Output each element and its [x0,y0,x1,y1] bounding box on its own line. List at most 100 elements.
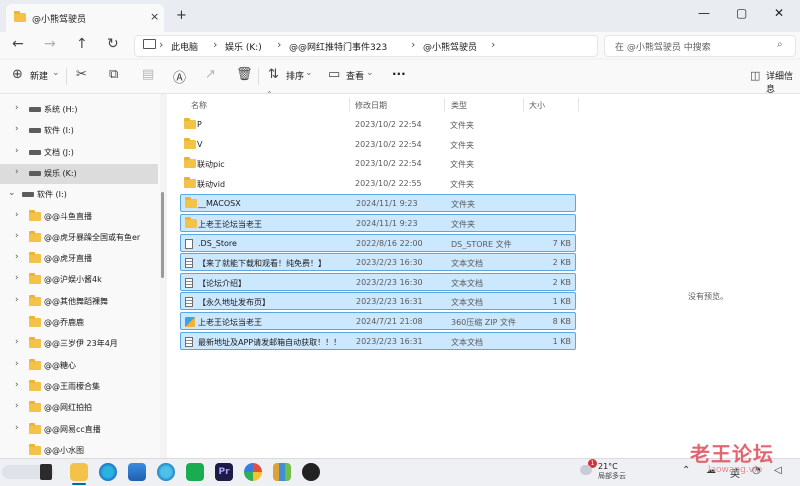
file-row[interactable]: 联动pic 2023/10/2 22:54 文件夹 [180,155,576,173]
sidebar-item-label: 娱乐 (K:) [44,168,77,178]
file-row[interactable]: 最新地址及APP请发邮箱自动获取！！！ 2023/2/23 16:31 文本文档 1 … [180,331,576,350]
column-header-size[interactable]: 大小 [529,100,545,111]
chevron-right-icon[interactable]: › [15,103,19,113]
sort-button[interactable]: 排序 [286,69,304,82]
back-button[interactable]: ← [12,36,24,52]
file-row[interactable]: 【论坛介绍】 2023/2/23 16:30 文本文档 2 KB [180,272,576,291]
file-name: 最新地址及APP请发邮箱自动获取！！！ [198,337,342,347]
chevron-right-icon[interactable]: › [15,295,19,305]
column-divider[interactable] [444,98,445,112]
copy-icon[interactable]: ⧉ [109,67,118,82]
close-window-button[interactable]: ✕ [774,6,784,20]
chevron-right-icon[interactable]: › [15,210,19,220]
file-row[interactable]: V 2023/10/2 22:54 文件夹 [180,136,576,154]
tab-current-folder[interactable]: @小熊驾驶员 × [6,4,164,32]
tab-close-icon[interactable]: × [150,10,159,23]
chevron-right-icon: › [277,38,282,51]
address-bar[interactable]: › 此电脑 › 娱乐 (K:) › @@网红推特门事件323 › @小熊驾驶员 … [134,35,598,57]
chevron-right-icon[interactable]: › [15,423,19,433]
column-header-type[interactable]: 类型 [451,100,467,111]
file-row[interactable]: __MACOSX 2024/11/1 9:23 文件夹 [180,194,576,213]
sidebar-item[interactable]: › @@虎牙暴躁全国或有鱼er [0,228,158,248]
edge-icon[interactable] [99,463,117,481]
sidebar-item[interactable]: › @@网红拍拍 [0,398,158,418]
archive-icon[interactable] [273,463,291,481]
sidebar-item[interactable]: › 文档 (J:) [0,143,158,163]
breadcrumb-parent-folder[interactable]: @@网红推特门事件323 [289,40,387,53]
file-row[interactable]: P 2023/10/2 22:54 文件夹 [180,116,576,134]
weather-widget[interactable]: 21°C 局部多云 [598,462,626,481]
premiere-icon[interactable]: Pr [215,463,233,481]
folder-icon [29,252,41,264]
sidebar-item[interactable]: › @@网易cc直播 [0,420,158,440]
minimize-button[interactable]: — [698,6,710,20]
details-button[interactable]: 详细信息 [766,69,800,95]
ie-icon[interactable] [157,463,175,481]
chevron-down-icon[interactable]: ⌄ [8,188,16,198]
column-divider[interactable] [578,98,579,112]
sidebar-item-label: @@糖心 [44,360,76,370]
chevron-right-icon[interactable]: › [15,337,19,347]
rename-icon[interactable]: Ⓐ [173,67,186,86]
chevron-right-icon[interactable]: › [15,359,19,369]
search-box[interactable]: 在 @小熊驾驶员 中搜索 ⌕ [604,35,796,57]
file-row[interactable]: 上老王论坛当老王 2024/7/21 21:08 360压缩 ZIP 文件 8 KB [180,312,576,330]
store-icon[interactable] [128,463,146,481]
file-date: 2023/2/23 16:30 [356,258,423,268]
chevron-right-icon[interactable]: › [15,273,19,283]
chevron-right-icon[interactable]: › [15,146,19,156]
task-view-icon[interactable] [40,464,52,480]
chevron-right-icon[interactable]: › [15,252,19,262]
new-tab-button[interactable]: + [176,8,187,23]
new-icon: ⊕ [12,67,23,82]
file-type: 文件夹 [450,140,474,150]
new-button[interactable]: 新建 [30,69,48,82]
chevron-right-icon[interactable]: › [15,124,19,134]
volume-icon[interactable]: ◁ [774,465,782,476]
sidebar-item[interactable]: › @@糖心 [0,356,158,376]
sidebar-item[interactable]: @@乔鹿鹿 [0,313,158,333]
sidebar-item[interactable]: › 娱乐 (K:) [0,163,158,184]
up-button[interactable]: ↑ [76,36,88,52]
breadcrumb-this-pc[interactable]: 此电脑 [171,40,198,53]
file-name: 【论坛介绍】 [198,278,246,288]
file-row[interactable]: .DS_Store 2022/8/16 22:00 DS_STORE 文件 7 KB [180,233,576,252]
view-button[interactable]: 查看 [346,69,364,82]
sidebar-item[interactable]: › @@斗鱼直播 [0,207,158,227]
sidebar-item[interactable]: › @@王雨檬合集 [0,377,158,397]
browser-icon[interactable] [244,463,262,481]
paste-icon[interactable]: ▤ [142,67,154,82]
nav-scrollbar[interactable] [161,192,164,278]
sidebar-item[interactable]: › 系统 (H:) [0,100,158,120]
sidebar-item[interactable]: ⌄ 软件 (I:) [0,185,158,205]
forward-button[interactable]: → [44,36,56,52]
share-icon[interactable]: ↗ [205,67,216,82]
file-row[interactable]: 【来了就能下载和观看！纯免费！】 2023/2/23 16:30 文本文档 2 KB [180,253,576,272]
column-header-name[interactable]: 名称 [191,100,207,111]
chevron-right-icon[interactable]: › [15,167,19,177]
sidebar-item[interactable]: › @@虎牙直播 [0,249,158,269]
qq-icon[interactable] [302,463,320,481]
breadcrumb-drive-k[interactable]: 娱乐 (K:) [225,40,262,53]
column-divider[interactable] [523,98,524,112]
delete-icon[interactable]: 🗑 [236,67,253,82]
file-explorer-icon[interactable] [70,463,88,481]
sidebar-item[interactable]: › 软件 (I:) [0,121,158,141]
breadcrumb-current-folder[interactable]: @小熊驾驶员 [423,40,477,53]
sidebar-item[interactable]: › @@三岁伊 23年4月 [0,334,158,354]
column-header-date[interactable]: 修改日期 [355,100,387,111]
file-row[interactable]: 联动vid 2023/10/2 22:55 文件夹 [180,175,576,193]
column-divider[interactable] [349,98,350,112]
refresh-button[interactable]: ↻ [107,36,119,52]
maximize-button[interactable]: ▢ [736,6,747,20]
more-options-button[interactable]: ··· [392,67,406,81]
chevron-right-icon[interactable]: › [15,401,19,411]
chevron-right-icon[interactable]: › [15,380,19,390]
wechat-icon[interactable] [186,463,204,481]
file-row[interactable]: 上老王论坛当老王 2024/11/1 9:23 文件夹 [180,214,576,232]
sidebar-item[interactable]: › @@沪娱小酱4k [0,270,158,290]
sidebar-item[interactable]: › @@其他舞蹈裸舞 [0,292,158,312]
chevron-right-icon[interactable]: › [15,231,19,241]
file-row[interactable]: 【永久地址发布页】 2023/2/23 16:31 文本文档 1 KB [180,292,576,311]
cut-icon[interactable]: ✂ [76,67,87,82]
